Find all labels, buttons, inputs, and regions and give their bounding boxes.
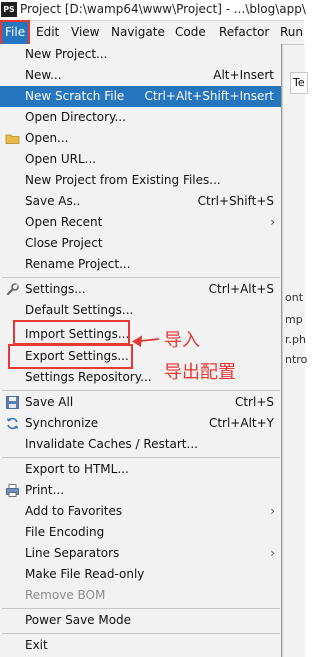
menu-separator [2,457,280,458]
menu-item-synchronize[interactable]: Synchronize Ctrl+Alt+Y [0,413,281,434]
shortcut-label: Ctrl+Alt+S [208,282,274,296]
menu-item-line-separators[interactable]: Line Separators › [0,543,281,564]
menu-item-add-to-favorites[interactable]: Add to Favorites › [0,501,281,522]
import-settings-annotation-box [13,320,130,345]
submenu-arrow-icon: › [270,215,275,229]
menu-item-open-directory[interactable]: Open Directory... [0,107,281,128]
menu-item-file-encoding[interactable]: File Encoding [0,522,281,543]
menu-navigate[interactable]: Navigate [108,21,168,44]
window-title: Project [D:\wamp64\www\Project] - ...\bl… [20,2,306,16]
editor-background [282,45,305,657]
editor-text-line: ntro [285,353,308,366]
menu-bar: File Edit View Navigate Code Refactor Ru… [0,21,304,45]
menu-item-rename-project[interactable]: Rename Project... [0,254,281,275]
file-menu-annotation-box [0,20,30,46]
menu-refactor[interactable]: Refactor [216,21,272,44]
menu-separator [2,277,280,278]
menu-view[interactable]: View [68,21,102,44]
annotation-export-text: 导出配置 [164,362,236,383]
menu-edit[interactable]: Edit [33,21,62,44]
menu-item-new-project[interactable]: New Project... [0,44,281,65]
menu-item-make-read-only[interactable]: Make File Read-only [0,564,281,585]
menu-separator [2,633,280,634]
annotation-arrow-icon [132,335,160,347]
editor-tab[interactable]: Te [290,72,308,94]
menu-item-default-settings[interactable]: Default Settings... [0,300,281,321]
annotation-import-text: 导入 [164,330,200,351]
print-icon [6,484,19,497]
menu-run[interactable]: Run [277,21,306,44]
editor-text-line: r.ph [285,333,306,346]
menu-item-new[interactable]: New... Alt+Insert [0,65,281,86]
wrench-icon [6,283,19,296]
shortcut-label: Ctrl+Shift+S [197,194,274,208]
sync-icon [7,417,18,430]
menu-separator [2,390,280,391]
phpstorm-app-icon: PS [1,2,17,17]
menu-item-invalidate-caches[interactable]: Invalidate Caches / Restart... [0,434,281,455]
editor-text-line: mp [285,313,303,326]
menu-code[interactable]: Code [172,21,209,44]
menu-item-open-url[interactable]: Open URL... [0,149,281,170]
menu-item-settings[interactable]: Settings... Ctrl+Alt+S [0,279,281,300]
menu-item-print[interactable]: Print... [0,480,281,501]
menu-item-power-save-mode[interactable]: Power Save Mode [0,610,281,631]
export-settings-annotation-box [8,344,133,369]
menu-item-open[interactable]: Open... [0,128,281,149]
menu-item-exit[interactable]: Exit [0,635,281,656]
save-icon [6,396,19,409]
menu-item-close-project[interactable]: Close Project [0,233,281,254]
folder-icon [5,134,20,144]
shortcut-label: Ctrl+Alt+Shift+Insert [144,89,274,103]
menu-item-remove-bom: Remove BOM [25,588,106,602]
menu-item-settings-repository[interactable]: Settings Repository... [0,367,281,388]
shortcut-label: Ctrl+Alt+Y [208,416,274,430]
menu-item-export-html[interactable]: Export to HTML... [0,459,281,480]
shortcut-label: Alt+Insert [213,68,274,82]
menu-item-new-scratch-file[interactable]: New Scratch File Ctrl+Alt+Shift+Insert [0,86,281,107]
title-bar: PS Project [D:\wamp64\www\Project] - ...… [0,0,306,21]
menu-item-open-recent[interactable]: Open Recent › [0,212,281,233]
menu-separator [2,608,280,609]
shortcut-label: Ctrl+S [234,395,274,409]
submenu-arrow-icon: › [270,504,275,518]
submenu-arrow-icon: › [270,546,275,560]
menu-item-save-all[interactable]: Save All Ctrl+S [0,392,281,413]
editor-text-line: ont [285,291,304,304]
menu-item-save-as[interactable]: Save As.. Ctrl+Shift+S [0,191,281,212]
menu-item-new-project-existing[interactable]: New Project from Existing Files... [0,170,281,191]
